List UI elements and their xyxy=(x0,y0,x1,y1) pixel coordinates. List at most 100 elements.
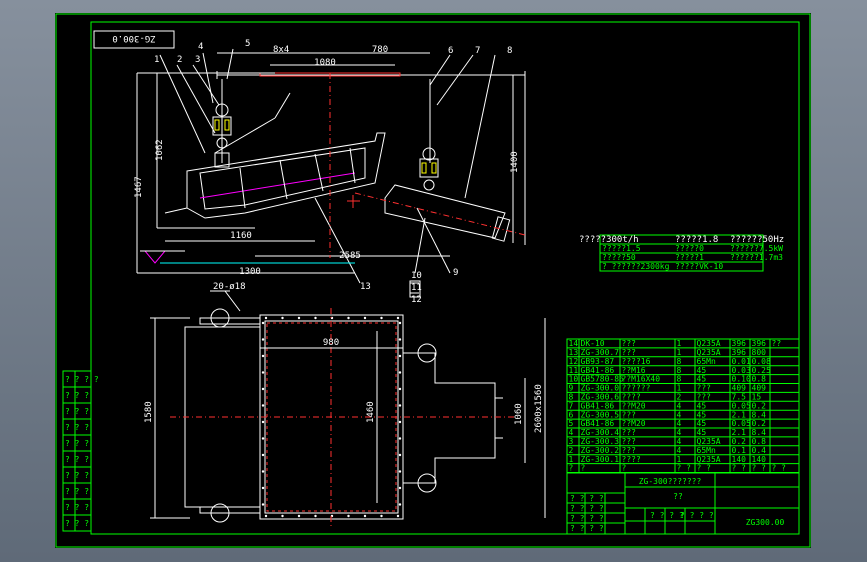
parts-cell: 0.05 xyxy=(732,401,751,410)
parts-cell: 396 xyxy=(752,339,767,348)
parts-cell: 10 xyxy=(569,375,579,384)
parts-cell: 11 xyxy=(569,366,579,375)
tb-mid-1: ? ? ? ? xyxy=(650,511,684,520)
parts-cell: ZG-300.2 xyxy=(581,446,620,455)
parts-cell: 0.2 xyxy=(752,419,767,428)
parts-cell: ??? xyxy=(622,410,637,419)
margin-cell-text: ? ? ? xyxy=(65,455,89,464)
parts-cell: 45 xyxy=(697,401,707,410)
parts-cell: ??? xyxy=(622,446,637,455)
parts-cell: 409 xyxy=(752,384,767,393)
parts-cell: GB93-87 xyxy=(581,357,615,366)
parts-cell: Q235A xyxy=(697,455,721,464)
drawing-sheet: ZG-300.0 ? ? ? ?? ? ?? ? ?? ? ?? ? ?? ? … xyxy=(55,13,811,548)
parts-cell: 4 xyxy=(677,401,682,410)
plan-view xyxy=(150,290,546,528)
parts-cell: ??? xyxy=(697,393,712,402)
parts-cell: 800 xyxy=(752,348,767,357)
parts-cell: 7.5 xyxy=(732,393,747,402)
dim-780: 780 xyxy=(372,45,388,55)
spec-cell: ?????50 xyxy=(602,253,636,262)
margin-cell-text: ? ? ? xyxy=(65,423,89,432)
parts-cell: 140 xyxy=(732,455,747,464)
parts-cell: 0.05 xyxy=(732,419,751,428)
parts-cell: GB41-86 xyxy=(581,401,615,410)
part-label-2: 2 xyxy=(177,55,182,65)
tb-mid-2: ? ? ? ? xyxy=(680,511,714,520)
parts-cell: ??M20 xyxy=(622,401,646,410)
left-margin-table: ? ? ? ? ? ? ? ? ? ? ? ? ? ? ? ? ? ? ? ? ? ? ? ?… xyxy=(62,370,99,532)
parts-cell: Q235A xyxy=(697,437,721,446)
parts-cell: 0.01 xyxy=(732,357,751,366)
parts-cell: DK-10 xyxy=(581,339,605,348)
margin-cell-text: ? ? ? xyxy=(65,471,89,480)
spec-cell: ?????1 xyxy=(675,253,704,262)
parts-cell: 1 xyxy=(677,348,682,357)
parts-cell: 0.4 xyxy=(752,446,767,455)
parts-cell: ? ? xyxy=(752,464,767,473)
parts-cell: 0.08 xyxy=(752,357,771,366)
parts-cell: ??? xyxy=(622,437,637,446)
dim-980: 980 xyxy=(323,338,339,348)
parts-cell: GB41-86 xyxy=(581,366,615,375)
parts-cell: 8.4 xyxy=(752,428,767,437)
code-box-text: ZG-300.0 xyxy=(112,33,155,43)
tb-cell-2: ? ? ? ? xyxy=(570,504,604,513)
parts-cell: ZG-300.4 xyxy=(581,428,620,437)
dim-1580: 1580 xyxy=(144,401,154,423)
spec-cell: ? ??????2300kg xyxy=(602,262,670,271)
parts-cell: ???? xyxy=(622,455,641,464)
dim-2585: 2585 xyxy=(339,251,361,261)
margin-cell-text: ? ? ? ? xyxy=(65,375,99,384)
parts-cell: 8 xyxy=(569,393,574,402)
inner-frame xyxy=(90,21,800,535)
parts-cell: Q235A xyxy=(697,348,721,357)
parts-cell: ZG-300.6 xyxy=(581,393,620,402)
spec-cell: ??????1.7m3 xyxy=(730,253,783,262)
parts-cell: ? ? xyxy=(772,464,787,473)
dim-1060: 1060 xyxy=(514,403,524,425)
parts-cell: 0.2 xyxy=(752,401,767,410)
parts-cell: 2.1 xyxy=(732,428,747,437)
parts-cell: 2.1 xyxy=(732,410,747,419)
parts-cell: ???? xyxy=(622,393,641,402)
parts-cell: 0.10 xyxy=(732,375,751,384)
margin-cell-text: ? ? ? xyxy=(65,503,89,512)
parts-cell: ?? xyxy=(772,339,782,348)
drawing-number: ZG300.00 xyxy=(746,518,785,527)
parts-cell: 396 xyxy=(732,339,747,348)
parts-cell: ? ? xyxy=(697,464,712,473)
spec-cell: ?????VK-10 xyxy=(675,262,723,271)
part-label-11: 11 xyxy=(411,283,422,293)
parts-cell: ?????? xyxy=(622,384,651,393)
parts-cell: ZG-300.0 xyxy=(581,384,620,393)
parts-cell: 4 xyxy=(677,437,682,446)
parts-cell: 45 xyxy=(697,366,707,375)
parts-cell: 1 xyxy=(677,339,682,348)
parts-cell: ZG-300.1 xyxy=(581,455,620,464)
front-view xyxy=(136,48,526,298)
parts-cell: 7 xyxy=(569,401,574,410)
parts-cell: 8 xyxy=(677,375,682,384)
parts-cell: 45 xyxy=(697,410,707,419)
parts-cell: ? ? xyxy=(732,464,747,473)
dim-8x4: 8x4 xyxy=(273,45,289,55)
parts-cell: 45 xyxy=(697,419,707,428)
parts-cell: 0.2 xyxy=(732,437,747,446)
parts-cell: ??? xyxy=(622,428,637,437)
parts-cell: 2 xyxy=(677,393,682,402)
parts-cell: 9 xyxy=(569,384,574,393)
parts-cell: ? xyxy=(569,464,574,473)
part-label-13: 13 xyxy=(360,282,371,292)
spec-cell: ??????7.5kW xyxy=(730,244,783,253)
drawing-subtitle: ?? xyxy=(673,492,683,501)
margin-cell-text: ? ? ? xyxy=(65,519,89,528)
part-label-6: 6 xyxy=(448,46,453,56)
parts-cell: 45 xyxy=(697,428,707,437)
parts-cell: 4 xyxy=(569,428,574,437)
parts-cell: ??? xyxy=(622,339,637,348)
parts-cell: Q235A xyxy=(697,339,721,348)
parts-cell: ZG-300.7 xyxy=(581,348,620,357)
margin-cell-text: ? ? ? xyxy=(65,391,89,400)
parts-cell: 8 xyxy=(677,357,682,366)
